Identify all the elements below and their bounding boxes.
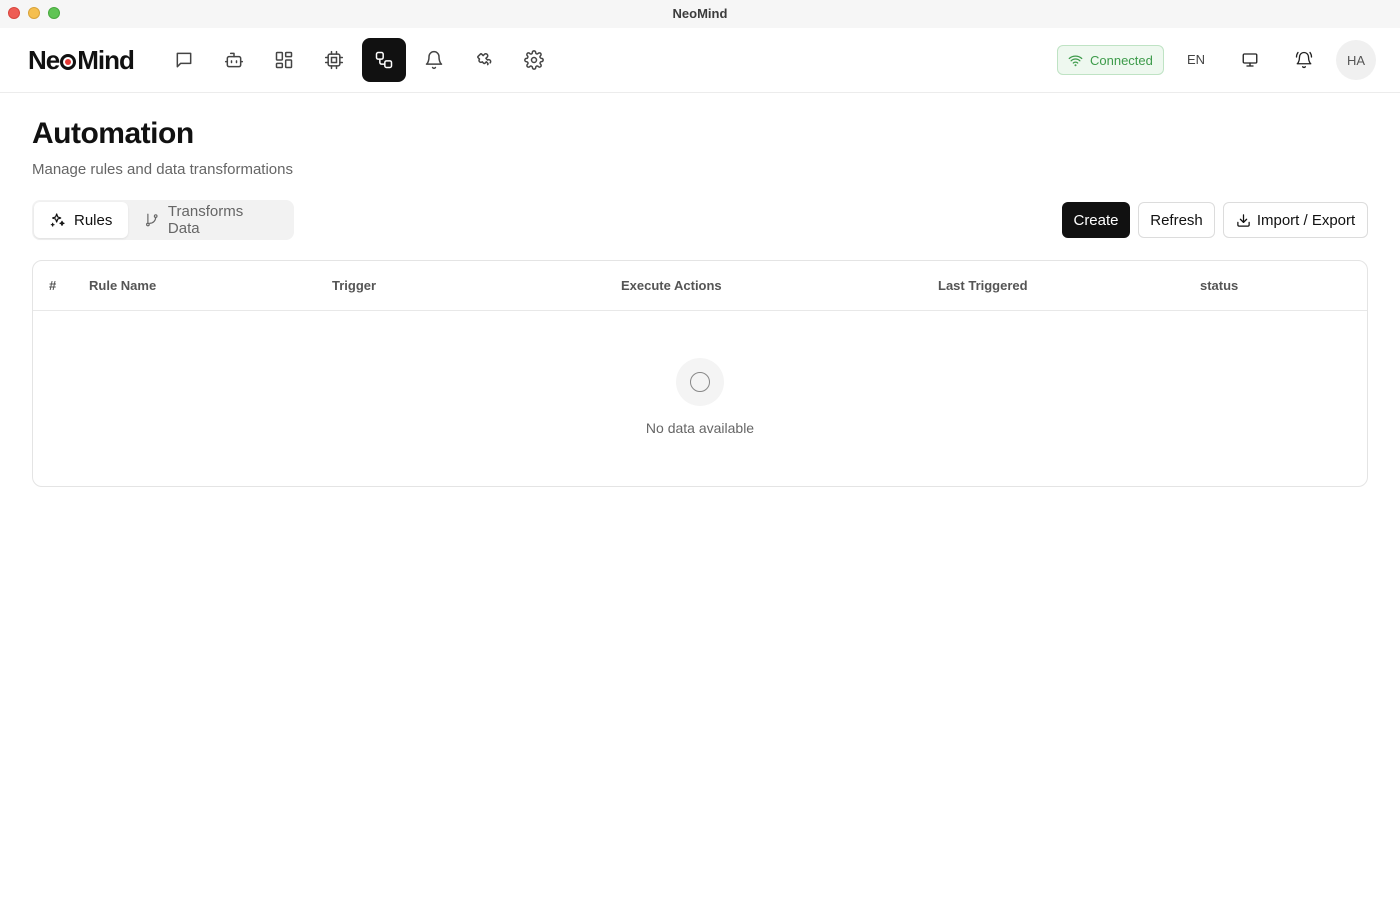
nav-agents-button[interactable] xyxy=(212,38,256,82)
app-header: Ne Mind Connected EN HA xyxy=(0,28,1400,93)
language-switcher[interactable]: EN xyxy=(1180,45,1212,75)
nav-extensions-button[interactable] xyxy=(462,38,506,82)
git-branch-icon xyxy=(146,213,158,227)
page-subtitle: Manage rules and data transformations xyxy=(32,161,293,178)
bell-icon xyxy=(425,50,443,70)
import-export-button[interactable]: Import / Export xyxy=(1223,202,1368,238)
tab-transforms-label: Transforms Data xyxy=(167,203,244,237)
wifi-icon xyxy=(1068,54,1083,66)
display-button[interactable] xyxy=(1235,45,1265,75)
logo-suffix: Mind xyxy=(77,45,135,75)
refresh-button[interactable]: Refresh xyxy=(1138,202,1215,238)
workflow-icon xyxy=(375,51,393,69)
empty-state-icon xyxy=(676,358,724,406)
nav-settings-button[interactable] xyxy=(512,38,556,82)
create-button[interactable]: Create xyxy=(1062,202,1130,238)
puzzle-icon xyxy=(477,53,492,66)
user-avatar[interactable]: HA xyxy=(1336,40,1376,80)
automation-tabs: Rules Transforms Data xyxy=(32,200,294,240)
notifications-button[interactable] xyxy=(1289,45,1319,75)
rules-table: # Rule Name Trigger Execute Actions Last… xyxy=(32,260,1368,487)
column-header-trigger[interactable]: Trigger xyxy=(332,278,376,293)
dashboard-icon xyxy=(275,51,293,69)
import-export-label: Import / Export xyxy=(1256,211,1356,229)
empty-state-text: No data available xyxy=(645,420,755,436)
column-header-status[interactable]: status xyxy=(1200,278,1238,293)
table-header: # Rule Name Trigger Execute Actions Last… xyxy=(33,261,1367,311)
nav-chat-button[interactable] xyxy=(162,38,206,82)
chat-icon xyxy=(176,52,192,68)
chip-icon xyxy=(324,50,344,70)
download-icon xyxy=(1237,213,1250,227)
empty-circle-icon xyxy=(690,372,710,392)
column-header-index[interactable]: # xyxy=(49,278,56,293)
app-logo[interactable]: Ne Mind xyxy=(28,44,135,76)
tab-rules-label: Rules xyxy=(74,211,113,229)
nav-dashboard-button[interactable] xyxy=(262,38,306,82)
column-header-last-triggered[interactable]: Last Triggered xyxy=(938,278,1028,293)
tab-rules[interactable]: Rules xyxy=(34,202,129,238)
nav-alerts-button[interactable] xyxy=(412,38,456,82)
window-title: NeoMind xyxy=(672,6,728,21)
connection-status-label: Connected xyxy=(1090,52,1153,68)
bell-ring-icon xyxy=(1295,51,1313,69)
window-titlebar: NeoMind xyxy=(0,0,1400,28)
sparkles-icon xyxy=(50,213,65,227)
nav-devices-button[interactable] xyxy=(312,38,356,82)
page-title: Automation xyxy=(32,117,194,150)
tab-transforms-data[interactable]: Transforms Data xyxy=(128,202,292,238)
logo-eye-icon xyxy=(60,54,77,70)
gear-icon xyxy=(524,50,544,70)
nav-automation-button[interactable] xyxy=(362,38,406,82)
monitor-icon xyxy=(1242,53,1258,67)
column-header-rule-name[interactable]: Rule Name xyxy=(89,278,156,293)
robot-icon xyxy=(224,52,244,68)
logo-prefix: Ne xyxy=(28,45,60,75)
connection-status-badge[interactable]: Connected xyxy=(1057,45,1164,75)
column-header-execute-actions[interactable]: Execute Actions xyxy=(621,278,722,293)
